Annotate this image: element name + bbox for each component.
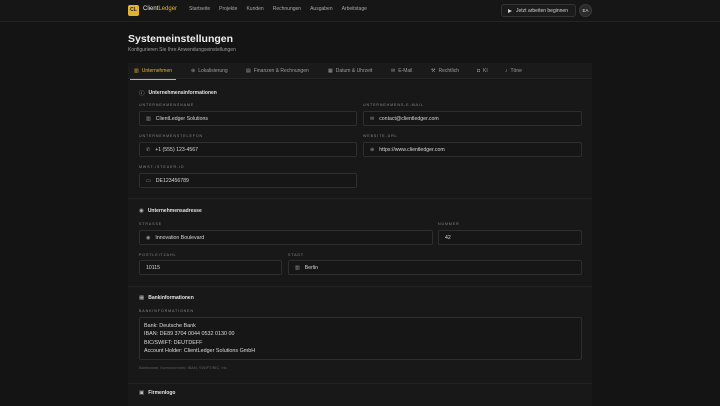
bank-info-hint: Bankname, Kontonummer, IBAN, SWIFT/BIC, … [139,365,228,370]
zip-label: POSTLEITZAHL [139,253,177,257]
section-title: Unternehmensadresse [147,208,202,214]
start-work-label: Jetzt arbeiten beginnen [516,7,568,14]
company-email-label: UNTERNEHMENS-E-MAIL [363,103,424,107]
tab-unternehmen[interactable]: ▥ Unternehmen [129,63,177,80]
bank-line: BIC/SWIFT: DEUTDEFF [144,339,203,346]
street-field[interactable]: ◉ Innovation Boulevard [139,230,433,245]
section-logo: ▣ Firmenlogo [139,390,175,396]
field-value: 10115 [146,264,161,271]
app-name-accent: Ledger [158,6,178,12]
section-address: ◉ Unternehmensadresse [139,208,202,214]
user-avatar[interactable]: EA [579,4,592,17]
phone-icon: ✆ [146,146,151,153]
main-nav: Startseite Projekte Kunden Rechnungen Au… [189,6,376,12]
bank-info-label: BANKINFORMATIONEN [139,309,194,313]
document-icon: ▭ [146,177,151,184]
globe-icon: ⊕ [191,68,196,74]
sound-icon: ♪ [505,68,508,74]
tab-toene[interactable]: ♪ Töne [505,63,522,79]
field-value: Berlin [304,264,318,271]
field-value: 42 [445,234,451,241]
location-pin-icon: ◉ [146,234,151,241]
zip-field[interactable]: 10115 [139,260,282,275]
section-title: Bankinformationen [148,295,194,301]
street-label: STRASSE [139,222,163,226]
calendar-icon: ▦ [328,68,333,74]
section-company-info: ⓘ Unternehmensinformationen [139,89,217,97]
page-subtitle: Konfigurieren Sie Ihre Anwendungseinstel… [128,47,236,53]
website-label: WEBSITE-URL [363,134,398,138]
section-title: Firmenlogo [148,390,176,396]
city-label: STADT [288,253,305,257]
nav-item-ausgaben[interactable]: Ausgaben [310,6,333,12]
bank-line: Bank: Deutsche Bank [144,323,196,329]
tab-rechtlich[interactable]: ⚒ Rechtlich [431,63,459,79]
section-title: Unternehmensinformationen [148,90,217,96]
vat-label: MWST./STEUER-ID [139,165,185,169]
field-value: +1 (555) 123-4567 [155,146,199,153]
app-name-main: Client [143,6,159,12]
section-divider [128,286,592,287]
tab-label: E-Mail [398,68,413,74]
app-logo[interactable]: CL [128,5,139,16]
company-phone-label: UNTERNEHMENSTELEFON [139,134,204,138]
tab-label: Datum & Uhrzeit [335,68,373,74]
tab-email[interactable]: ✉ E-Mail [391,63,412,79]
app-name[interactable]: ClientLedger [143,6,177,12]
company-name-label: UNTERNEHMENSNAME [139,103,195,107]
tab-label: Finanzen & Rechnungen [253,68,309,74]
field-value: DE123456789 [155,177,189,184]
globe-icon: ⊕ [370,146,375,153]
bank-icon: ▦ [139,295,145,301]
tab-label: Rechtlich [438,68,460,74]
field-value: Innovation Boulevard [155,234,205,241]
company-email-field[interactable]: ✉ contact@clientledger.com [363,111,582,126]
mail-icon: ✉ [370,115,375,122]
settings-tabs: ▥ Unternehmen ⊕ Lokalisierung ▤ Finanzen & … [128,63,592,80]
company-phone-field[interactable]: ✆ +1 (555) 123-4567 [139,142,357,157]
field-value: https://www.clientledger.com [379,146,445,153]
page-title: Systemeinstellungen [128,33,234,45]
building-icon: ▥ [295,264,300,271]
section-divider [128,198,592,199]
gavel-icon: ⚒ [431,68,436,74]
bank-info-textarea[interactable]: Bank: Deutsche Bank IBAN: DE89 3704 0044… [139,317,582,360]
website-field[interactable]: ⊕ https://www.clientledger.com [363,142,582,157]
tab-label: Unternehmen [141,68,173,74]
field-value: contact@clientledger.com [379,115,439,122]
banknote-icon: ▤ [246,68,251,74]
tab-finanzen-rechnungen[interactable]: ▤ Finanzen & Rechnungen [246,63,309,79]
tab-label: KI [483,68,488,74]
field-value: ClientLedger Solutions [155,115,208,122]
tab-label: Töne [510,68,522,74]
image-icon: ▣ [139,390,145,396]
mail-icon: ✉ [391,68,396,74]
nav-item-arbeitstage[interactable]: Arbeitstage [342,6,367,12]
number-label: NUMMER [438,222,460,226]
number-field[interactable]: 42 [438,230,582,245]
section-bank: ▦ Bankinformationen [139,295,194,301]
bank-line: Account Holder: ClientLedger Solutions G… [144,348,256,355]
start-work-button[interactable]: Jetzt arbeiten beginnen [501,4,576,17]
section-divider [128,383,592,384]
vat-field[interactable]: ▭ DE123456789 [139,173,357,188]
top-navigation-bar: CL ClientLedger Startseite Projekte Kund… [0,0,720,22]
nav-item-rechnungen[interactable]: Rechnungen [273,6,301,12]
nav-item-startseite[interactable]: Startseite [189,6,210,12]
play-icon [508,8,512,13]
location-pin-icon: ◉ [139,208,144,214]
building-icon: ▥ [134,68,139,74]
company-name-field[interactable]: ▥ ClientLedger Solutions [139,111,357,126]
city-field[interactable]: ▥ Berlin [288,260,582,275]
nav-item-projekte[interactable]: Projekte [219,6,237,12]
bank-line: IBAN: DE89 3704 0044 0532 0130 00 [144,331,235,338]
tab-label: Lokalisierung [198,68,228,74]
info-icon: ⓘ [139,91,145,97]
building-icon: ▥ [146,115,151,122]
tab-lokalisierung[interactable]: ⊕ Lokalisierung [191,63,228,79]
tab-datum-uhrzeit[interactable]: ▦ Datum & Uhrzeit [328,63,372,79]
robot-icon: ◘ [477,68,481,74]
tab-ki[interactable]: ◘ KI [477,63,488,79]
nav-item-kunden[interactable]: Kunden [246,6,263,12]
